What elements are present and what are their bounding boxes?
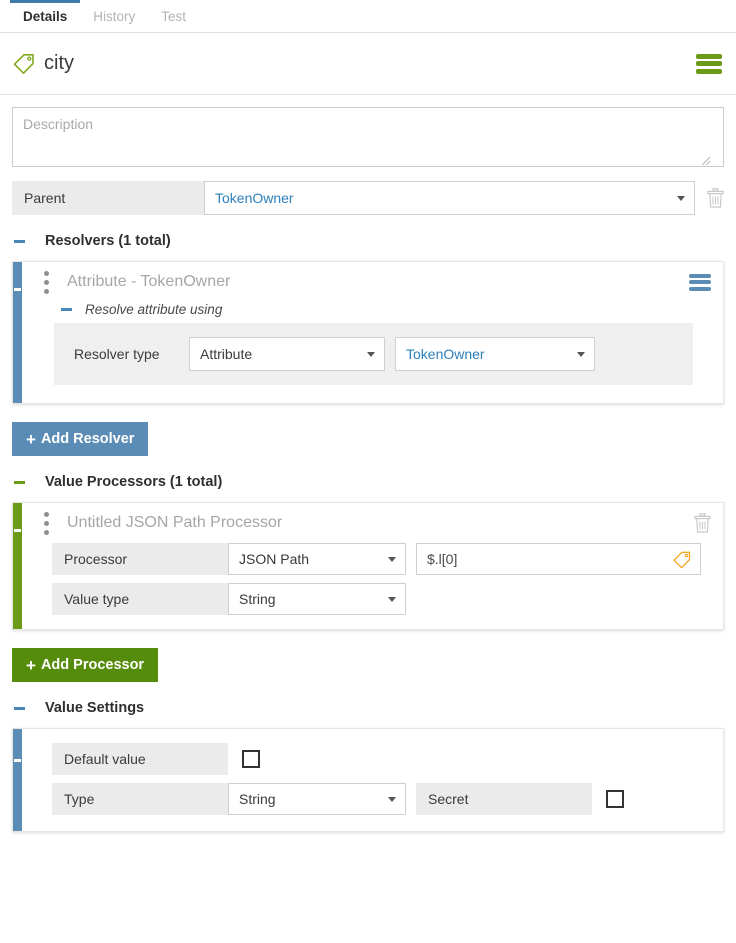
value-type-select[interactable]: String: [228, 583, 406, 615]
processor-card-collapse-bar[interactable]: [13, 503, 22, 629]
page-menu-button[interactable]: [696, 54, 722, 74]
tab-details[interactable]: Details: [10, 0, 80, 32]
tab-bar: Details History Test: [0, 0, 736, 33]
tab-history[interactable]: History: [80, 0, 148, 32]
processor-row: Processor JSON Path $.l[0]: [22, 543, 723, 575]
drag-handle-icon[interactable]: [44, 512, 49, 535]
hamburger-icon-bar: [696, 61, 722, 66]
page-title-row: city: [0, 33, 736, 95]
hamburger-icon-bar: [689, 280, 711, 284]
resolver-attribute-select[interactable]: TokenOwner: [395, 337, 595, 371]
json-path-input[interactable]: $.l[0]: [416, 543, 701, 575]
collapse-minus-icon: [14, 481, 25, 484]
tab-details-label: Details: [23, 9, 67, 24]
add-processor-button[interactable]: + Add Processor: [12, 648, 158, 682]
processor-card: Untitled JSON Path Processor Processor J…: [12, 502, 724, 630]
parent-delete-button[interactable]: [707, 188, 724, 208]
page-title: city: [44, 52, 696, 75]
value-type-value: String: [239, 591, 276, 607]
type-select[interactable]: String: [228, 783, 406, 815]
processor-card-header: Untitled JSON Path Processor: [22, 503, 723, 543]
processor-label: Processor: [52, 543, 228, 575]
resolve-attribute-label: Resolve attribute using: [85, 302, 222, 317]
value-processors-section-header[interactable]: Value Processors (1 total): [12, 474, 736, 490]
default-value-row: Default value: [22, 729, 723, 775]
value-type-label: Value type: [52, 583, 228, 615]
collapse-minus-icon: [61, 308, 72, 311]
value-processors-section-label: Value Processors (1 total): [45, 474, 222, 490]
parent-row: Parent TokenOwner: [12, 181, 724, 215]
collapse-minus-icon: [14, 707, 25, 710]
processor-select[interactable]: JSON Path: [228, 543, 406, 575]
value-settings-section-label: Value Settings: [45, 700, 144, 716]
tab-test[interactable]: Test: [148, 0, 199, 32]
tab-history-label: History: [93, 9, 135, 24]
value-settings-card: Default value Type String Secret: [12, 728, 724, 832]
plus-icon: +: [26, 431, 36, 448]
value-type-row: Value type String: [22, 583, 723, 615]
parent-select[interactable]: TokenOwner: [204, 181, 695, 215]
default-value-checkbox[interactable]: [242, 750, 260, 768]
resolvers-section-label: Resolvers (1 total): [45, 233, 171, 249]
resolver-type-panel: Resolver type Attribute TokenOwner: [54, 323, 693, 385]
resolver-card-header: Attribute - TokenOwner: [22, 262, 723, 302]
value-settings-section-header[interactable]: Value Settings: [12, 700, 736, 716]
default-value-label: Default value: [52, 743, 228, 775]
processor-select-value: JSON Path: [239, 551, 309, 567]
description-section: [0, 95, 736, 167]
tag-icon: [12, 52, 36, 76]
secret-label: Secret: [416, 783, 592, 815]
resolver-attribute-value: TokenOwner: [406, 346, 485, 362]
secret-checkbox[interactable]: [606, 790, 624, 808]
description-input[interactable]: [12, 107, 724, 167]
resolver-type-select[interactable]: Attribute: [189, 337, 385, 371]
resolver-card-collapse-bar[interactable]: [13, 262, 22, 403]
resolver-card-title: Attribute - TokenOwner: [67, 273, 689, 291]
resolver-card: Attribute - TokenOwner Resolve attribute…: [12, 261, 724, 404]
type-select-value: String: [239, 791, 276, 807]
resolver-type-label: Resolver type: [54, 346, 189, 362]
resolvers-section-header[interactable]: Resolvers (1 total): [12, 233, 736, 249]
type-label: Type: [52, 783, 228, 815]
hamburger-icon-bar: [696, 54, 722, 59]
add-resolver-button[interactable]: + Add Resolver: [12, 422, 148, 456]
collapse-minus-icon: [14, 240, 25, 243]
resolve-attribute-subheader[interactable]: Resolve attribute using: [22, 302, 723, 317]
tab-test-label: Test: [161, 9, 186, 24]
resolver-menu-button[interactable]: [689, 274, 711, 291]
processor-card-title: Untitled JSON Path Processor: [67, 514, 682, 532]
parent-label: Parent: [12, 181, 204, 215]
drag-handle-icon[interactable]: [44, 271, 49, 294]
add-processor-label: Add Processor: [41, 657, 144, 673]
type-row: Type String Secret: [22, 783, 723, 815]
tag-icon[interactable]: [672, 550, 692, 570]
hamburger-icon-bar: [689, 287, 711, 291]
parent-select-value: TokenOwner: [215, 190, 294, 206]
hamburger-icon-bar: [696, 69, 722, 74]
json-path-value: $.l[0]: [427, 551, 457, 567]
processor-delete-button[interactable]: [694, 513, 711, 533]
add-resolver-label: Add Resolver: [41, 431, 134, 447]
value-settings-collapse-bar[interactable]: [13, 729, 22, 831]
plus-icon: +: [26, 657, 36, 674]
resolver-type-value: Attribute: [200, 346, 252, 362]
hamburger-icon-bar: [689, 274, 711, 278]
